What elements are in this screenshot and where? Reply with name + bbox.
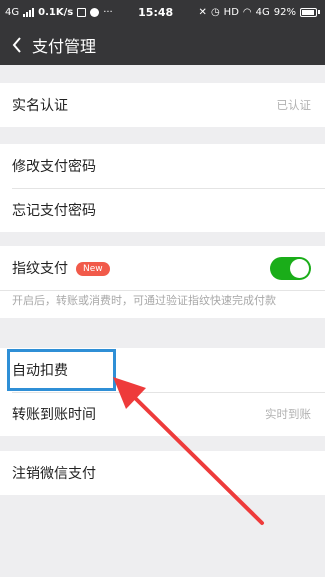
- real-name-label: 实名认证: [12, 98, 68, 114]
- toggle-knob: [290, 258, 309, 278]
- transfer-time-value: 实时到账: [265, 407, 311, 421]
- battery-percent: 92%: [273, 6, 296, 18]
- notification-icon: [77, 7, 87, 17]
- real-name-status: 已认证: [276, 98, 312, 112]
- change-password-row[interactable]: 修改支付密码: [0, 144, 325, 188]
- signal-icon: [23, 7, 35, 17]
- fingerprint-description: 开启后，转账或消费时，可通过验证指纹快速完成付款: [0, 290, 325, 318]
- real-name-row[interactable]: 实名认证 已认证: [0, 83, 325, 127]
- real-name-group: 实名认证 已认证: [0, 83, 325, 127]
- fingerprint-title: 指纹支付 New: [12, 258, 110, 278]
- forget-password-label: 忘记支付密码: [12, 203, 96, 219]
- clock: 15:48: [138, 5, 174, 19]
- navigation-bar: 支付管理: [0, 24, 325, 65]
- transfer-time-label: 转账到账时间: [12, 407, 96, 423]
- password-group: 修改支付密码 忘记支付密码: [0, 144, 325, 232]
- fingerprint-group: 指纹支付 New 开启后，转账或消费时，可通过验证指纹快速完成付款: [0, 246, 325, 318]
- network-speed: 0.1K/s: [38, 6, 74, 18]
- status-bar: 4G 0.1K/s ··· 15:48 ✕ ◷ HD ◠ 4G 92%: [0, 0, 325, 24]
- fingerprint-row: 指纹支付 New: [0, 246, 325, 290]
- battery-icon: [300, 7, 320, 17]
- cancel-wechat-pay-row[interactable]: 注销微信支付: [0, 451, 325, 495]
- page-title: 支付管理: [32, 36, 97, 56]
- back-button[interactable]: [2, 24, 32, 65]
- mute-icon: ✕: [198, 6, 207, 18]
- network-type-right: 4G: [255, 6, 270, 18]
- cancel-group: 注销微信支付: [0, 451, 325, 495]
- highlight-box: [7, 349, 116, 391]
- cancel-wechat-pay-label: 注销微信支付: [12, 466, 96, 482]
- wifi-icon: ◠: [242, 6, 252, 18]
- status-left: 4G 0.1K/s ···: [5, 7, 113, 18]
- more-icon: ···: [103, 6, 113, 18]
- change-password-label: 修改支付密码: [12, 159, 96, 175]
- network-type: 4G: [5, 6, 20, 18]
- fingerprint-label: 指纹支付: [12, 261, 68, 277]
- status-right: ✕ ◷ HD ◠ 4G 92%: [199, 7, 320, 18]
- alarm-icon: ◷: [210, 6, 220, 18]
- fingerprint-toggle[interactable]: [270, 256, 311, 280]
- chevron-left-icon: [12, 36, 21, 53]
- new-badge: New: [76, 261, 110, 276]
- transfer-time-row[interactable]: 转账到账时间 实时到账: [0, 392, 325, 436]
- hd-label: HD: [223, 6, 239, 18]
- forget-password-row[interactable]: 忘记支付密码: [0, 188, 325, 232]
- app-icon: [90, 7, 100, 17]
